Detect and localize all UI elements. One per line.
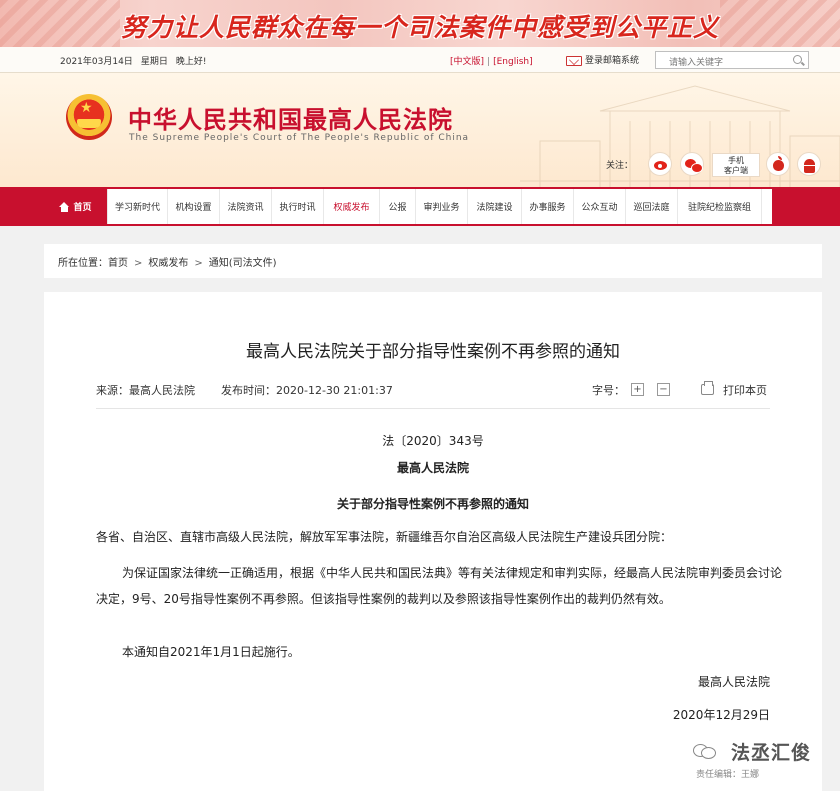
search-input[interactable]: 请输入关键字 <box>655 51 809 69</box>
site-header: 中华人民共和国最高人民法院 The Supreme People's Court… <box>0 73 840 187</box>
signature-date: 2020年12月29日 <box>672 708 770 722</box>
nav-item-7[interactable]: 审判业务 <box>416 189 468 224</box>
nav-item-8[interactable]: 法院建设 <box>468 189 522 224</box>
nav-item-label: 公众互动 <box>581 203 618 213</box>
nav-item-label: 巡回法庭 <box>633 203 670 213</box>
top-bar: 2021年03月14日 星期日 晚上好! [中文版] | [English] 登录邮箱系… <box>0 47 840 73</box>
issuer: 最高人民法院 <box>396 461 469 475</box>
nav-item-label: 执行时讯 <box>279 203 316 213</box>
nav-item-0[interactable]: 首页 <box>44 189 108 224</box>
font-decrease-button[interactable]: − <box>657 383 670 396</box>
mail-icon <box>566 55 582 66</box>
article-title: 最高人民法院关于部分指导性案例不再参照的通知 <box>246 342 620 362</box>
mobile-client-line2: 客户端 <box>724 166 748 175</box>
article-publish-time: 发布时间：2020-12-30 21:01:37 <box>221 384 393 397</box>
nav-item-label: 审判业务 <box>423 203 460 213</box>
printer-icon[interactable] <box>701 381 714 395</box>
mobile-client-button[interactable]: 手机 客户端 <box>712 153 760 177</box>
search-placeholder: 请输入关键字 <box>669 58 724 68</box>
addressee: 各省、自治区、直辖市高级人民法院，解放军军事法院，新疆维吾尔自治区高级人民法院生… <box>96 530 673 544</box>
lang-separator: | <box>487 57 491 67</box>
nav-item-label: 法院资讯 <box>227 203 264 213</box>
font-increase-button[interactable]: + <box>631 383 644 396</box>
nav-item-9[interactable]: 办事服务 <box>522 189 574 224</box>
nav-item-label: 机构设置 <box>175 203 212 213</box>
chevron-right-icon: > <box>194 258 203 269</box>
nav-item-12[interactable]: 驻院纪检监察组 <box>678 189 762 224</box>
apple-icon[interactable] <box>766 152 790 176</box>
nav-item-label: 法院建设 <box>476 203 513 213</box>
top-banner: 努力让人民群众在每一个司法案件中感受到公平正义 <box>0 0 840 47</box>
android-icon[interactable] <box>797 152 821 176</box>
national-emblem-logo[interactable] <box>66 94 112 140</box>
breadcrumb-notice[interactable]: 通知(司法文件) <box>209 258 277 269</box>
language-switch: [中文版] | [English] <box>450 54 533 67</box>
article-card: 最高人民法院关于部分指导性案例不再参照的通知 来源：最高人民法院 发布时间：202… <box>44 292 822 791</box>
watermark-editor: 责任编辑：王娜 <box>696 770 760 780</box>
breadcrumb-prefix: 所在位置： <box>58 258 108 269</box>
nav-item-label: 办事服务 <box>529 203 566 213</box>
mail-login-link[interactable]: 登录邮箱系统 <box>566 53 639 66</box>
article-source: 来源：最高人民法院 <box>96 384 195 397</box>
weibo-icon[interactable] <box>648 152 672 176</box>
mobile-client-line1: 手机 <box>728 156 744 165</box>
wechat-icon[interactable] <box>680 152 704 176</box>
date-greeting: 2021年03月14日 星期日 晚上好! <box>60 54 214 67</box>
current-date: 2021年03月14日 <box>60 57 133 67</box>
nav-item-2[interactable]: 机构设置 <box>168 189 220 224</box>
nav-item-label: 权威发布 <box>333 203 370 213</box>
breadcrumb-home[interactable]: 首页 <box>108 258 128 269</box>
mail-login-label: 登录邮箱系统 <box>585 56 640 66</box>
nav-item-3[interactable]: 法院资讯 <box>220 189 272 224</box>
chevron-right-icon: > <box>134 258 143 269</box>
nav-item-11[interactable]: 巡回法庭 <box>626 189 678 224</box>
lang-chinese-link[interactable]: [中文版] <box>450 57 484 67</box>
effective-date-text: 本通知自2021年1月1日起施行。 <box>122 645 300 659</box>
document-number: 法〔2020〕343号 <box>382 434 484 448</box>
court-building-illustration <box>520 85 840 187</box>
watermark-account-name: 法丞汇俊 <box>731 742 812 764</box>
nav-item-5[interactable]: 权威发布 <box>324 189 380 224</box>
main-nav: 首页 学习新时代 机构设置 法院资讯 执行时讯 权威发布 公报 审判业务 法院建设 办事服务 公众互… <box>44 189 772 224</box>
nav-item-10[interactable]: 公众互动 <box>574 189 626 224</box>
nav-item-label: 学习新时代 <box>114 203 160 213</box>
breadcrumb-authoritative[interactable]: 权威发布 <box>148 258 188 269</box>
search-icon[interactable] <box>793 55 802 64</box>
nav-item-label: 首页 <box>73 203 92 213</box>
banner-slogan: 努力让人民群众在每一个司法案件中感受到公平正义 <box>120 13 719 42</box>
font-size-label: 字号： <box>592 384 625 397</box>
nav-item-4[interactable]: 执行时讯 <box>272 189 324 224</box>
notice-title: 关于部分指导性案例不再参照的通知 <box>336 497 529 511</box>
wechat-watermark-icon <box>693 742 717 759</box>
nav-item-6[interactable]: 公报 <box>380 189 416 224</box>
notice-body: 为保证国家法律统一正确适用，根据《中华人民共和国民法典》等有关法律规定和审判实际… <box>96 566 783 606</box>
breadcrumb: 所在位置：首页 > 权威发布 > 通知(司法文件) <box>44 244 822 278</box>
greeting: 晚上好! <box>175 57 207 67</box>
nav-item-1[interactable]: 学习新时代 <box>108 189 168 224</box>
nav-item-label: 驻院纪检监察组 <box>687 203 751 213</box>
meta-divider <box>96 408 770 409</box>
site-title[interactable]: 中华人民共和国最高人民法院 <box>128 100 453 135</box>
lang-english-link[interactable]: [English] <box>493 57 533 67</box>
print-page-button[interactable]: 打印本页 <box>723 382 767 398</box>
site-subtitle: The Supreme People's Court of The People… <box>129 133 470 143</box>
home-icon <box>59 202 70 212</box>
follow-label: 关注： <box>606 161 634 171</box>
signature-organization: 最高人民法院 <box>697 675 770 689</box>
current-weekday: 星期日 <box>140 57 168 67</box>
nav-item-label: 公报 <box>388 203 407 213</box>
article-meta: 来源：最高人民法院 发布时间：2020-12-30 21:01:37 <box>96 382 393 398</box>
